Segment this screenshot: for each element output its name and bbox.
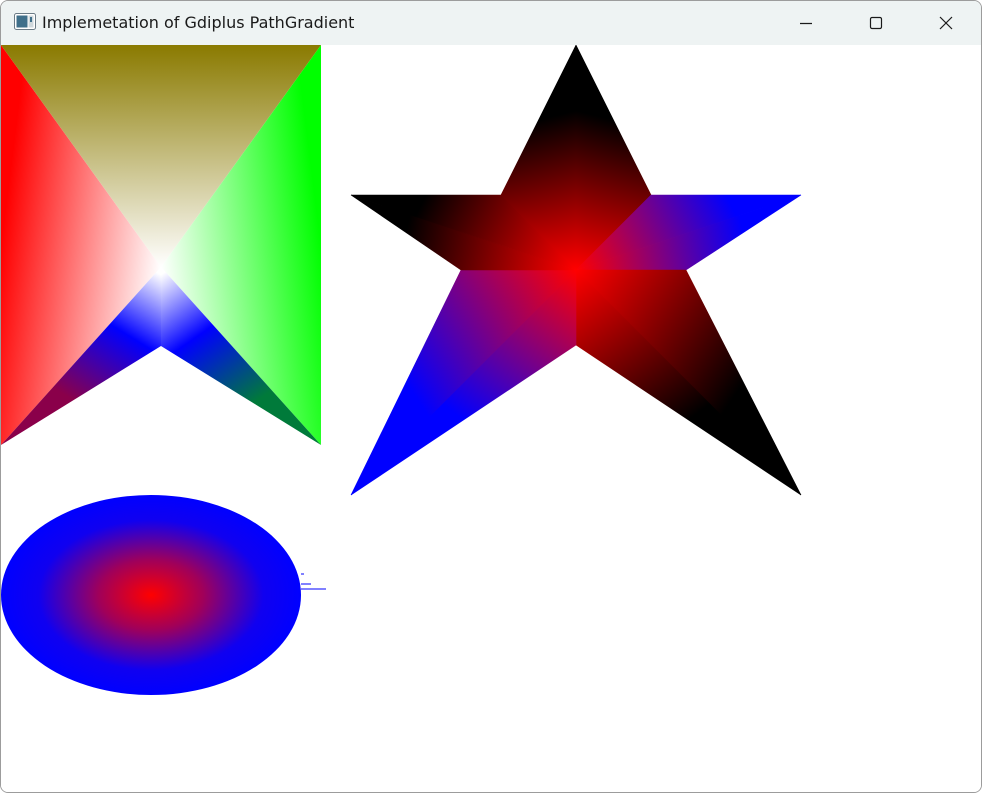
drawing-area xyxy=(1,45,981,792)
minimize-button[interactable] xyxy=(771,1,841,45)
star-segment xyxy=(350,269,577,496)
window-title: Implemetation of Gdiplus PathGradient xyxy=(42,13,355,32)
maximize-icon xyxy=(869,16,883,30)
window-app-icon xyxy=(14,13,36,30)
app-window: Implemetation of Gdiplus PathGradient xyxy=(0,0,982,793)
arrow-gradient-shape xyxy=(1,45,321,445)
close-icon xyxy=(939,16,953,30)
gradient-canvas xyxy=(1,45,802,695)
ellipse-gradient-shape xyxy=(1,495,326,695)
close-button[interactable] xyxy=(911,1,981,45)
title-bar[interactable]: Implemetation of Gdiplus PathGradient xyxy=(1,1,981,45)
maximize-button[interactable] xyxy=(841,1,911,45)
minimize-icon xyxy=(800,22,812,25)
star-gradient-shape xyxy=(350,45,802,496)
